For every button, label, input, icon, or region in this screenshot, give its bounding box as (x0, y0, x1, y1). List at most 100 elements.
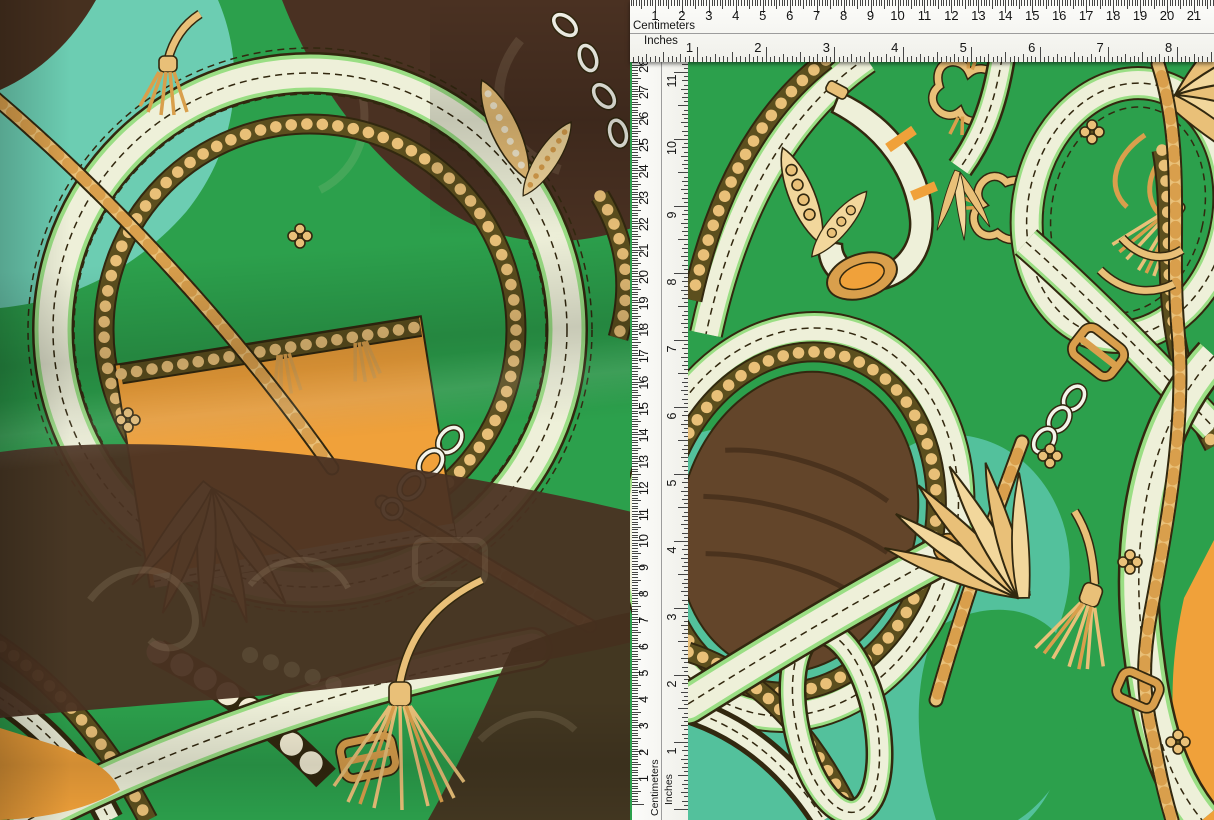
cm-number: 17 (637, 342, 651, 370)
inch-tick (682, 667, 688, 668)
cm-tick (658, 0, 659, 6)
inch-tick (684, 185, 689, 186)
cm-tick (1070, 0, 1071, 6)
cm-tick (698, 0, 699, 6)
inch-tick (682, 717, 688, 718)
cm-tick (889, 0, 890, 6)
cm-tick (1159, 0, 1160, 6)
inch-tick (684, 679, 689, 680)
cm-tick (946, 0, 947, 6)
cm-number: 26 (637, 105, 651, 133)
inch-tick (980, 56, 981, 63)
inch-tick (682, 801, 688, 802)
inch-tick (681, 256, 689, 257)
cm-tick (1030, 0, 1031, 6)
cm-number: 16 (1045, 8, 1073, 23)
inch-tick (886, 54, 887, 62)
cm-tick (976, 0, 977, 6)
inch-tick (1065, 56, 1066, 63)
inch-tick (681, 323, 689, 324)
inch-tick (684, 135, 689, 136)
inch-tick (1027, 57, 1028, 62)
inch-tick (1159, 54, 1160, 62)
inch-tick (682, 248, 688, 249)
inch-tick (684, 110, 689, 111)
inch-tick (684, 470, 689, 471)
inch-tick (678, 441, 688, 442)
cm-tick (1105, 0, 1106, 6)
cm-number: 13 (637, 448, 651, 476)
inch-tick (678, 307, 688, 308)
inch-tick (682, 533, 688, 534)
inch-tick (1155, 57, 1156, 62)
inch-tick (740, 56, 741, 63)
cm-tick (733, 0, 734, 6)
cm-tick (632, 793, 638, 794)
cm-tick (1110, 0, 1111, 6)
cm-tick (1011, 0, 1012, 6)
inch-tick (684, 68, 689, 69)
inch-tick (684, 763, 689, 764)
cm-tick (852, 0, 853, 6)
cm-tick (962, 0, 963, 6)
inch-tick (659, 57, 660, 62)
cm-number: 15 (637, 395, 651, 423)
inch-tick (774, 56, 775, 63)
inch-tick (678, 106, 688, 107)
inch-tick (682, 164, 688, 165)
cm-number: 10 (884, 8, 912, 23)
cm-tick (822, 0, 823, 6)
inch-tick (787, 57, 788, 62)
inch-tick (663, 52, 664, 63)
cm-tick (827, 0, 828, 6)
inch-tick (682, 466, 688, 467)
inch-tick (684, 487, 689, 488)
cm-tick (849, 0, 850, 6)
cm-number: 5 (749, 8, 777, 23)
inch-tick (682, 616, 688, 617)
inch-tick (851, 54, 852, 62)
inch-tick (1147, 57, 1148, 62)
cm-tick (873, 0, 874, 6)
inch-tick (678, 374, 688, 375)
fabric-product-photo: 1234567891011121314151617181920211234567… (0, 0, 1214, 820)
inch-tick (682, 449, 688, 450)
inch-tick (684, 646, 689, 647)
cm-tick (1003, 0, 1004, 6)
cm-tick (1197, 0, 1198, 6)
cm-tick (685, 0, 686, 6)
inch-tick (933, 57, 934, 62)
inch-tick (682, 198, 688, 199)
cm-tick (703, 0, 704, 6)
inch-tick (684, 378, 689, 379)
cm-number: 24 (637, 157, 651, 185)
cm-number: 4 (637, 685, 651, 713)
inch-tick (684, 336, 689, 337)
inch-number: 6 (665, 402, 679, 430)
inch-tick (1078, 57, 1079, 62)
inch-tick (684, 545, 689, 546)
inch-tick (719, 57, 720, 62)
cm-tick (741, 0, 742, 6)
cm-tick (943, 0, 944, 6)
inch-tick (682, 281, 688, 282)
inch-number: 2 (744, 40, 772, 55)
draped-fabric-photo (0, 0, 632, 820)
inch-number: 3 (812, 40, 840, 55)
inch-number: 2 (665, 670, 679, 698)
inch-tick (976, 57, 977, 62)
inch-tick (684, 294, 689, 295)
cm-number: 9 (857, 8, 885, 23)
inch-number: 1 (675, 40, 703, 55)
inch-tick (684, 746, 689, 747)
inch-tick (684, 662, 689, 663)
horizontal-ruler: 1234567891011121314151617181920211234567… (630, 0, 1214, 62)
ruler-divider (661, 62, 662, 820)
inch-tick (684, 612, 689, 613)
cm-tick (995, 0, 996, 6)
inch-tick (681, 424, 689, 425)
inch-tick (779, 57, 780, 62)
inch-tick (678, 240, 688, 241)
cm-tick (887, 0, 888, 6)
inch-tick (681, 390, 689, 391)
